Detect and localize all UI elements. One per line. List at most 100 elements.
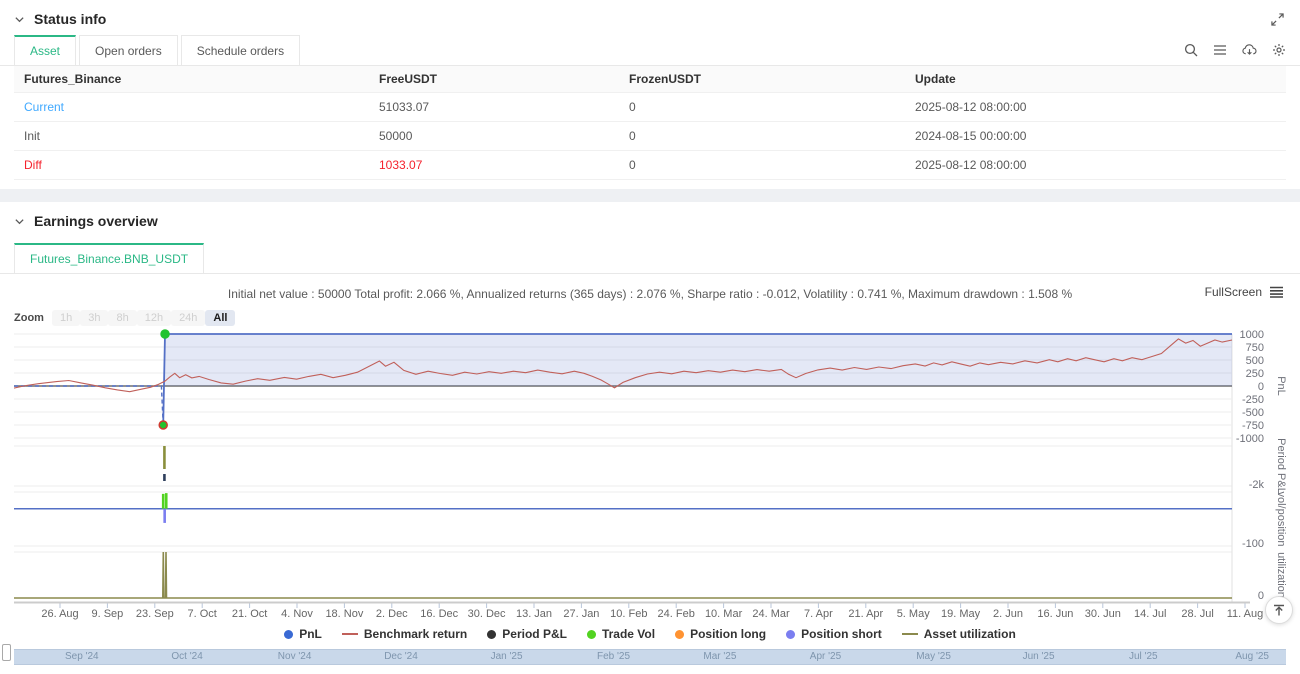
col-freeusdt: FreeUSDT <box>369 66 619 93</box>
zoom-button-24h[interactable]: 24h <box>171 310 205 326</box>
navigator-month-label: Jun '25 <box>1023 651 1055 662</box>
row-current-free: 51033.07 <box>369 93 619 122</box>
status-info-title: Status info <box>34 11 106 27</box>
asset-table: Futures_Binance FreeUSDT FrozenUSDT Upda… <box>14 66 1286 180</box>
zoom-button-1h[interactable]: 1h <box>52 310 80 326</box>
svg-text:4. Nov: 4. Nov <box>281 608 313 620</box>
svg-text:2. Dec: 2. Dec <box>376 608 408 620</box>
expand-arrows-icon[interactable] <box>1271 13 1284 26</box>
tab-schedule-orders[interactable]: Schedule orders <box>181 35 300 65</box>
svg-text:26. Aug: 26. Aug <box>41 608 78 620</box>
navigator-month-label: Sep '24 <box>65 651 99 662</box>
svg-text:14. Jul: 14. Jul <box>1134 608 1166 620</box>
section-divider <box>0 189 1300 202</box>
col-frozenusdt: FrozenUSDT <box>619 66 905 93</box>
navigator-month-label: Nov '24 <box>278 651 312 662</box>
earnings-summary-text: Initial net value : 50000 Total profit: … <box>228 287 1072 301</box>
legend-line-icon <box>342 633 358 635</box>
svg-text:23. Sep: 23. Sep <box>136 608 174 620</box>
legend-dot-icon <box>786 630 795 639</box>
legend-item-position-long[interactable]: Position long <box>675 627 766 641</box>
svg-text:utilization: utilization <box>1275 552 1287 598</box>
zoom-label: Zoom <box>14 312 44 324</box>
legend-line-icon <box>902 633 918 635</box>
row-init-frozen: 0 <box>619 122 905 151</box>
legend-item-trade-vol[interactable]: Trade Vol <box>587 627 655 641</box>
table-row-init: Init 50000 0 2024-08-15 00:00:00 <box>14 122 1286 151</box>
svg-text:16. Dec: 16. Dec <box>420 608 458 620</box>
svg-text:19. May: 19. May <box>941 608 981 620</box>
arrow-up-icon <box>1273 604 1285 617</box>
svg-text:18. Nov: 18. Nov <box>325 608 363 620</box>
tab-asset[interactable]: Asset <box>14 35 76 65</box>
status-info-header: Status info <box>0 0 1300 35</box>
svg-text:21. Oct: 21. Oct <box>232 608 267 620</box>
row-current-frozen: 0 <box>619 93 905 122</box>
svg-text:11. Aug: 11. Aug <box>1227 608 1264 620</box>
zoom-button-12h[interactable]: 12h <box>137 310 171 326</box>
svg-text:0: 0 <box>1258 381 1264 393</box>
earnings-summary-row: Initial net value : 50000 Total profit: … <box>0 274 1300 305</box>
svg-text:-2k: -2k <box>1249 479 1265 491</box>
svg-text:Period P&L: Period P&L <box>1275 438 1287 494</box>
navigator-month-label: Apr '25 <box>810 651 841 662</box>
chevron-down-icon[interactable] <box>14 216 25 227</box>
svg-text:-250: -250 <box>1242 394 1264 406</box>
row-init-free: 50000 <box>369 122 619 151</box>
svg-text:21. Apr: 21. Apr <box>848 608 883 620</box>
svg-text:13. Jan: 13. Jan <box>516 608 552 620</box>
svg-text:250: 250 <box>1246 368 1264 380</box>
zoom-button-3h[interactable]: 3h <box>80 310 108 326</box>
tab-futures-binance-bnb-usdt[interactable]: Futures_Binance.BNB_USDT <box>14 243 204 273</box>
svg-text:750: 750 <box>1246 342 1264 354</box>
row-diff-update: 2025-08-12 08:00:00 <box>905 151 1286 180</box>
col-futures-binance: Futures_Binance <box>14 66 369 93</box>
legend-item-period-p-l[interactable]: Period P&L <box>487 627 567 641</box>
svg-text:30. Jun: 30. Jun <box>1085 608 1121 620</box>
navigator-month-label: Oct '24 <box>171 651 202 662</box>
back-to-top-button[interactable] <box>1265 596 1293 624</box>
navigator-month-label: Dec '24 <box>384 651 418 662</box>
legend-item-benchmark-return[interactable]: Benchmark return <box>342 627 467 641</box>
cloud-download-icon[interactable] <box>1242 43 1257 57</box>
fullscreen-button[interactable]: FullScreen <box>1205 285 1284 299</box>
legend-item-position-short[interactable]: Position short <box>786 627 882 641</box>
settings-gear-icon[interactable] <box>1272 43 1286 57</box>
tab-open-orders[interactable]: Open orders <box>79 35 178 65</box>
table-row-current: Current 51033.07 0 2025-08-12 08:00:00 <box>14 93 1286 122</box>
svg-text:PnL: PnL <box>1275 376 1287 396</box>
row-init-label: Init <box>14 122 369 151</box>
row-current-label[interactable]: Current <box>14 93 369 122</box>
svg-text:0: 0 <box>1258 590 1264 602</box>
svg-text:2. Jun: 2. Jun <box>993 608 1023 620</box>
navigator-month-label: May '25 <box>916 651 951 662</box>
zoom-button-8h[interactable]: 8h <box>108 310 136 326</box>
earnings-tabs-bar: Futures_Binance.BNB_USDT <box>0 243 1300 274</box>
svg-text:30. Dec: 30. Dec <box>468 608 506 620</box>
earnings-overview-section: Earnings overview Futures_Binance.BNB_US… <box>0 202 1300 674</box>
navigator-handle[interactable] <box>2 644 11 661</box>
legend-item-pnl[interactable]: PnL <box>284 627 322 641</box>
chart-navigator[interactable]: Sep '24Oct '24Nov '24Dec '24Jan '25Feb '… <box>14 649 1286 665</box>
earnings-chart[interactable]: 10007505002500-250-500-750-1000-2k-10002… <box>14 326 1300 625</box>
navigator-month-label: Jan '25 <box>491 651 523 662</box>
row-diff-label[interactable]: Diff <box>14 151 369 180</box>
menu-icon[interactable] <box>1213 43 1227 57</box>
table-row-diff: Diff 1033.07 0 2025-08-12 08:00:00 <box>14 151 1286 180</box>
svg-text:27. Jan: 27. Jan <box>563 608 599 620</box>
chart-menu-icon[interactable] <box>1269 286 1284 298</box>
search-icon[interactable] <box>1184 43 1198 57</box>
navigator-month-label: Jul '25 <box>1129 651 1158 662</box>
status-tabs-bar: Asset Open orders Schedule orders <box>0 35 1300 66</box>
chart-legend: PnL Benchmark return Period P&L Trade Vol Po… <box>0 626 1300 642</box>
zoom-button-all[interactable]: All <box>205 310 235 326</box>
chevron-down-icon[interactable] <box>14 14 25 25</box>
legend-item-asset-utilization[interactable]: Asset utilization <box>902 627 1016 641</box>
svg-text:28. Jul: 28. Jul <box>1181 608 1213 620</box>
status-info-section: Status info Asset Open orders Schedule o… <box>0 0 1300 189</box>
row-current-update: 2025-08-12 08:00:00 <box>905 93 1286 122</box>
svg-text:9. Sep: 9. Sep <box>91 608 123 620</box>
svg-text:vol/position: vol/position <box>1275 491 1287 546</box>
svg-text:24. Feb: 24. Feb <box>658 608 695 620</box>
svg-text:7. Oct: 7. Oct <box>188 608 217 620</box>
